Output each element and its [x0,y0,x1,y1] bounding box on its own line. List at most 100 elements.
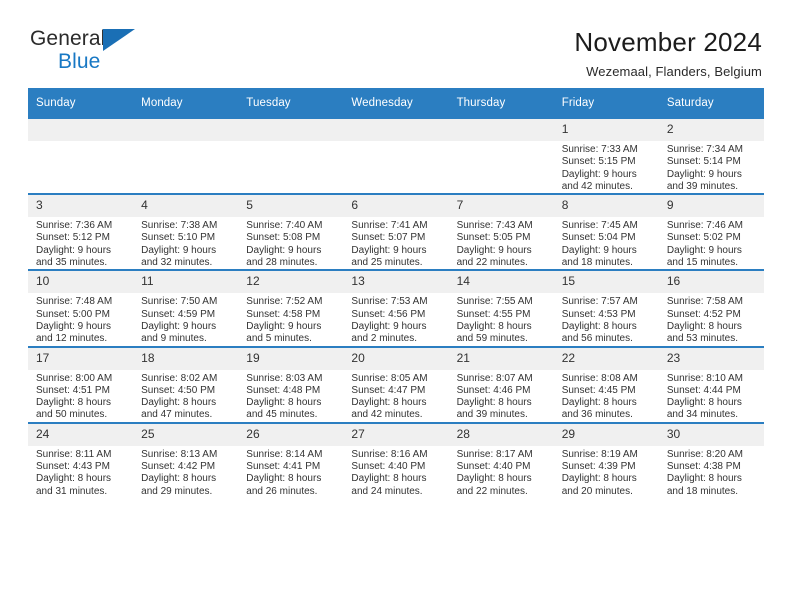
calendar-day-cell[interactable]: 8 Sunrise: 7:45 AM Sunset: 5:04 PM Daylight… [553,193,659,271]
day-number: 23 [658,347,764,370]
calendar-day-cell-empty [133,116,239,195]
daylight-text: and 22 minutes. [456,485,528,497]
calendar-day-cell[interactable]: 17 Sunrise: 8:00 AM Sunset: 4:51 PM Dayligh… [28,345,134,423]
sunrise-text: Sunrise: 7:55 AM [456,296,533,308]
calendar-day-cell[interactable]: 9 Sunrise: 7:46 AM Sunset: 5:02 PM Daylight… [658,193,764,271]
daylight-text: and 18 minutes. [561,257,633,269]
title-block: November 2024 Wezemaal, Flanders, Belgiu… [574,26,764,82]
weekday-header-tuesday: Tuesday [238,88,344,118]
daylight-text: Daylight: 8 hours [36,397,112,409]
calendar-day-cell[interactable]: 14 Sunrise: 7:55 AM Sunset: 4:55 PM Dayligh… [448,269,554,347]
day-number: 27 [343,423,449,446]
calendar-day-cell[interactable]: 5 Sunrise: 7:40 AM Sunset: 5:08 PM Daylight… [238,193,344,271]
calendar-day-cell[interactable]: 29 Sunrise: 8:19 AM Sunset: 4:39 PM Dayligh… [553,421,659,498]
calendar-day-cell[interactable]: 4 Sunrise: 7:38 AM Sunset: 5:10 PM Daylight… [133,193,239,271]
sunrise-text: Sunrise: 7:48 AM [36,296,113,308]
day-number: 19 [238,347,344,370]
calendar-week-row: 10 Sunrise: 7:48 AM Sunset: 5:00 PM Dayligh… [28,269,764,347]
page-header: General Blue November 2024 Wezemaal, Fla… [28,0,764,79]
day-details: Sunrise: 8:03 AM Sunset: 4:48 PM Daylight:… [238,370,343,422]
daylight-text: and 39 minutes. [456,409,528,421]
calendar-day-cell[interactable]: 15 Sunrise: 7:57 AM Sunset: 4:53 PM Dayligh… [553,269,659,347]
sunrise-text: Sunrise: 8:20 AM [666,448,743,460]
day-number: 26 [238,423,344,446]
calendar-day-cell[interactable]: 21 Sunrise: 8:07 AM Sunset: 4:46 PM Dayligh… [448,345,554,423]
calendar-day-cell[interactable]: 26 Sunrise: 8:14 AM Sunset: 4:41 PM Dayligh… [238,421,344,498]
daylight-text: Daylight: 9 hours [561,244,637,256]
calendar-day-cell[interactable]: 7 Sunrise: 7:43 AM Sunset: 5:05 PM Daylight… [448,193,554,271]
day-details: Sunrise: 8:11 AM Sunset: 4:43 PM Daylight:… [28,446,133,498]
calendar-day-cell[interactable]: 22 Sunrise: 8:08 AM Sunset: 4:45 PM Dayligh… [553,345,659,423]
sunset-text: Sunset: 4:45 PM [561,384,636,396]
calendar-day-cell[interactable]: 20 Sunrise: 8:05 AM Sunset: 4:47 PM Dayligh… [343,345,449,423]
daylight-text: Daylight: 8 hours [456,397,532,409]
day-number: 3 [28,195,134,218]
daylight-text: Daylight: 9 hours [246,244,322,256]
sunset-text: Sunset: 4:56 PM [351,308,426,320]
day-details: Sunrise: 8:14 AM Sunset: 4:41 PM Daylight:… [238,446,343,498]
calendar-day-cell[interactable]: 24 Sunrise: 8:11 AM Sunset: 4:43 PM Dayligh… [28,421,134,498]
daylight-text: and 31 minutes. [36,485,108,497]
logo-triangle-icon [103,29,135,51]
daylight-text: and 32 minutes. [141,257,213,269]
calendar-day-cell[interactable]: 11 Sunrise: 7:50 AM Sunset: 4:59 PM Dayligh… [133,269,239,347]
day-details: Sunrise: 7:43 AM Sunset: 5:05 PM Daylight:… [449,217,554,269]
daylight-text: Daylight: 8 hours [246,473,322,485]
calendar-day-cell[interactable]: 30 Sunrise: 8:20 AM Sunset: 4:38 PM Dayligh… [658,421,764,498]
calendar-week-row: 24 Sunrise: 8:11 AM Sunset: 4:43 PM Dayligh… [28,421,764,498]
day-details: Sunrise: 8:05 AM Sunset: 4:47 PM Daylight:… [343,370,448,422]
calendar-day-cell[interactable]: 23 Sunrise: 8:10 AM Sunset: 4:44 PM Dayligh… [658,345,764,423]
calendar-day-cell[interactable]: 18 Sunrise: 8:02 AM Sunset: 4:50 PM Dayligh… [133,345,239,423]
calendar-day-cell-empty [28,116,134,195]
sunset-text: Sunset: 4:51 PM [36,384,110,396]
day-details: Sunrise: 7:46 AM Sunset: 5:02 PM Daylight:… [659,217,764,269]
calendar-day-cell[interactable]: 28 Sunrise: 8:17 AM Sunset: 4:40 PM Dayligh… [448,421,554,498]
calendar-day-cell[interactable]: 6 Sunrise: 7:41 AM Sunset: 5:07 PM Daylight… [343,193,449,271]
sunrise-text: Sunrise: 7:43 AM [456,220,533,232]
daylight-text: Daylight: 8 hours [351,397,427,409]
day-number: 12 [238,271,344,294]
calendar-day-cell[interactable]: 3 Sunrise: 7:36 AM Sunset: 5:12 PM Daylight… [28,193,134,271]
sunset-text: Sunset: 4:41 PM [246,461,321,473]
daylight-text: and 5 minutes. [246,333,312,345]
calendar-body: 1 Sunrise: 7:33 AM Sunset: 5:15 PM Daylight… [28,116,764,498]
sunrise-text: Sunrise: 7:52 AM [246,296,323,308]
calendar-day-cell[interactable]: 1 Sunrise: 7:33 AM Sunset: 5:15 PM Daylight… [553,116,659,195]
daylight-text: and 42 minutes. [561,180,633,192]
weekday-header-monday: Monday [133,88,239,118]
day-details: Sunrise: 8:17 AM Sunset: 4:40 PM Daylight:… [449,446,554,498]
daylight-text: and 56 minutes. [561,333,633,345]
calendar-day-cell[interactable]: 19 Sunrise: 8:03 AM Sunset: 4:48 PM Dayligh… [238,345,344,423]
calendar-day-cell[interactable]: 2 Sunrise: 7:34 AM Sunset: 5:14 PM Daylight… [658,116,764,195]
daylight-text: Daylight: 8 hours [666,320,742,332]
sunset-text: Sunset: 4:48 PM [246,384,321,396]
day-number: 1 [553,119,659,141]
calendar-day-cell[interactable]: 27 Sunrise: 8:16 AM Sunset: 4:40 PM Dayligh… [343,421,449,498]
sunrise-text: Sunrise: 8:05 AM [351,372,428,384]
day-details: Sunrise: 7:33 AM Sunset: 5:15 PM Daylight:… [554,141,659,193]
daylight-text: and 29 minutes. [141,485,213,497]
sunrise-text: Sunrise: 7:33 AM [561,144,638,155]
daylight-text: and 22 minutes. [456,257,528,269]
day-number: 14 [448,271,554,294]
calendar-day-cell[interactable]: 13 Sunrise: 7:53 AM Sunset: 4:56 PM Dayligh… [343,269,449,347]
day-number: 25 [133,423,239,446]
calendar-day-cell[interactable]: 16 Sunrise: 7:58 AM Sunset: 4:52 PM Dayligh… [658,269,764,347]
day-number: 15 [553,271,659,294]
sunset-text: Sunset: 5:04 PM [561,232,636,244]
day-number [448,119,554,141]
calendar-day-cell[interactable]: 10 Sunrise: 7:48 AM Sunset: 5:00 PM Dayligh… [28,269,134,347]
sunrise-text: Sunrise: 8:00 AM [36,372,113,384]
calendar-week-row: 1 Sunrise: 7:33 AM Sunset: 5:15 PM Daylight… [28,116,764,195]
day-details: Sunrise: 8:19 AM Sunset: 4:39 PM Daylight:… [554,446,659,498]
sunrise-text: Sunrise: 8:13 AM [141,448,218,460]
sunrise-text: Sunrise: 7:53 AM [351,296,428,308]
sunrise-text: Sunrise: 7:46 AM [666,220,743,232]
sunset-text: Sunset: 5:00 PM [36,308,110,320]
day-number: 28 [448,423,554,446]
calendar-day-cell[interactable]: 12 Sunrise: 7:52 AM Sunset: 4:58 PM Dayligh… [238,269,344,347]
sunset-text: Sunset: 4:58 PM [246,308,321,320]
sunrise-text: Sunrise: 7:34 AM [666,144,743,155]
general-blue-logo[interactable]: General Blue [28,26,170,78]
calendar-day-cell[interactable]: 25 Sunrise: 8:13 AM Sunset: 4:42 PM Dayligh… [133,421,239,498]
